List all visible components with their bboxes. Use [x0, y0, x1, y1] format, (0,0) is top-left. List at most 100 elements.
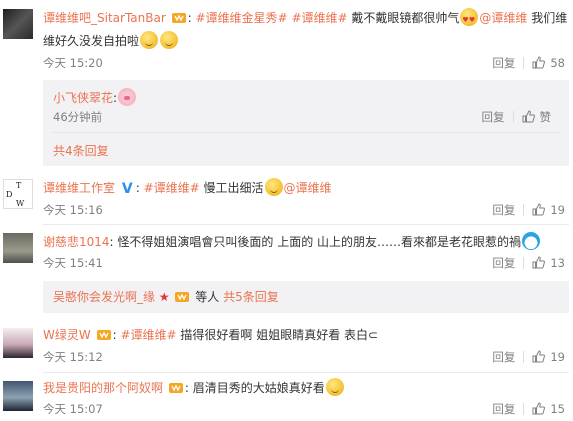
topic-link[interactable]: #谭维维#: [120, 328, 176, 342]
comment-body: 维好久没发自拍啦: [43, 34, 140, 48]
vip-badge-icon: [175, 292, 190, 302]
comment-actions: 回复 19: [492, 202, 565, 218]
reply-username[interactable]: 小飞侠翠花: [53, 91, 113, 105]
mention-link[interactable]: @谭维维: [479, 11, 527, 25]
comment-body: 我们维: [531, 11, 568, 25]
username[interactable]: 谢慈悲1014: [43, 235, 110, 249]
reply-time: 46分钟前: [53, 110, 103, 124]
divider: [43, 224, 569, 225]
divider: [512, 111, 514, 123]
colon: :: [113, 91, 118, 105]
mention-link[interactable]: @谭维维: [284, 181, 332, 195]
topic-link[interactable]: #谭维维#: [144, 181, 200, 195]
reply-item: 小飞侠翠花:: [53, 88, 137, 106]
comment-text: 谭维维吧_SitarTanBar : #谭维维金星秀# #谭维维# 戴不戴眼镜都…: [43, 8, 568, 29]
reply-summary: 吴憨你会发光啊_缘 ★ 等人 共5条回复: [53, 288, 279, 305]
like-button[interactable]: 19: [532, 350, 565, 364]
timestamp: 今天 15:41: [43, 256, 103, 270]
vip-badge-icon: [96, 330, 111, 340]
comment-text: 谭维维工作室 V: #谭维维# 慢工出细活 @谭维维: [43, 178, 332, 198]
reply-button[interactable]: 回复: [492, 256, 515, 270]
comment-body: 戴不戴眼镜都很帅气: [351, 11, 460, 25]
colon: :: [187, 11, 192, 25]
comment-body: 慢工出细活: [203, 181, 264, 195]
logo-letter: T: [16, 181, 22, 190]
comment-actions: 回复 15: [492, 401, 565, 417]
like-button[interactable]: 赞: [522, 110, 552, 124]
view-more-replies-link[interactable]: 共4条回复: [53, 142, 109, 159]
avatar[interactable]: [3, 9, 33, 39]
comment-actions: 回复 19: [492, 349, 565, 365]
reply-button[interactable]: 回复: [492, 402, 515, 416]
like-button[interactable]: 15: [532, 402, 565, 416]
comment-text: 谢慈悲1014: 怪不得姐姐演唱會只叫後面的 上面的 山上的朋友……看來都是老花…: [43, 232, 541, 251]
timestamp: 今天 15:16: [43, 203, 103, 217]
verified-icon: V: [121, 181, 133, 197]
username[interactable]: W绿灵W: [43, 328, 91, 342]
view-more-replies-link[interactable]: 共5条回复: [223, 290, 279, 304]
divider: [523, 403, 525, 415]
thumb-up-icon: [532, 402, 546, 415]
blush-emoji-icon: [160, 31, 179, 49]
heart-eyes-emoji-icon: [460, 8, 479, 29]
thumb-up-icon: [532, 256, 546, 269]
reply-button[interactable]: 回复: [492, 350, 515, 364]
thumb-up-icon: [522, 110, 535, 123]
like-button[interactable]: 58: [532, 56, 565, 70]
topic-link[interactable]: #谭维维#: [291, 11, 347, 25]
smile-emoji-icon: [264, 178, 283, 196]
topic-link[interactable]: #谭维维金星秀#: [195, 11, 287, 25]
comment-actions: 回复 13: [492, 255, 565, 271]
colon: :: [112, 328, 117, 342]
like-count: 15: [550, 402, 565, 416]
like-count: 19: [550, 350, 565, 364]
like-label: 赞: [539, 110, 552, 124]
logo-letter: D: [6, 190, 13, 199]
blush-emoji-icon: [140, 31, 159, 49]
avatar[interactable]: [3, 233, 33, 263]
star-icon: ★: [158, 290, 170, 304]
comment-actions: 回复 58: [492, 55, 565, 71]
logo-letter: W: [16, 199, 25, 208]
vip-badge-icon: [168, 383, 183, 393]
nested-replies: 吴憨你会发光啊_缘 ★ 等人 共5条回复: [43, 281, 569, 313]
divider: [53, 132, 559, 133]
reply-button[interactable]: 回复: [492, 56, 515, 70]
username[interactable]: 谭维维工作室: [43, 181, 115, 195]
divider: [523, 351, 525, 363]
divider: [523, 257, 525, 269]
divider: [523, 204, 525, 216]
like-count: 19: [550, 203, 565, 217]
timestamp: 今天 15:12: [43, 350, 103, 364]
reply-button[interactable]: 回复: [482, 110, 505, 124]
pig-emoji-icon: [118, 88, 137, 106]
comment-text: 我是贵阳的那个阿奴啊 : 眉清目秀的大姑娘真好看: [43, 378, 345, 397]
reply-actions: 回复 赞: [482, 109, 552, 125]
colon: :: [109, 235, 114, 249]
avatar[interactable]: T D W: [3, 179, 33, 209]
thumb-up-icon: [532, 350, 546, 363]
thumb-up-icon: [532, 203, 546, 216]
comment-body: 怪不得姐姐演唱會只叫後面的 上面的 山上的朋友……看來都是老花眼惹的禍: [117, 235, 522, 249]
avatar[interactable]: [3, 328, 33, 358]
reply-username[interactable]: 吴憨你会发光啊_缘: [53, 290, 155, 304]
like-button[interactable]: 19: [532, 203, 565, 217]
like-count: 58: [550, 56, 565, 70]
divider: [523, 57, 525, 69]
colon: :: [135, 181, 140, 195]
reply-button[interactable]: 回复: [492, 203, 515, 217]
username[interactable]: 谭维维吧_SitarTanBar: [43, 11, 166, 25]
colon: :: [184, 381, 189, 395]
avatar[interactable]: [3, 381, 33, 411]
like-button[interactable]: 13: [532, 256, 565, 270]
divider: [43, 372, 569, 373]
comment-text: W绿灵W : #谭维维# 描得很好看啊 姐姐眼睛真好看 表白⊂: [43, 326, 378, 344]
timestamp: 今天 15:20: [43, 56, 103, 70]
timestamp: 今天 15:07: [43, 402, 103, 416]
nested-replies: 小飞侠翠花: 46分钟前 回复 赞 共4条回复: [43, 80, 569, 166]
username[interactable]: 我是贵阳的那个阿奴啊: [43, 381, 163, 395]
doraemon-emoji-icon: [522, 232, 541, 250]
like-count: 13: [550, 256, 565, 270]
reply-suffix: 等人: [195, 290, 220, 304]
comment-body: 描得很好看啊 姐姐眼睛真好看 表白⊂: [180, 328, 379, 342]
